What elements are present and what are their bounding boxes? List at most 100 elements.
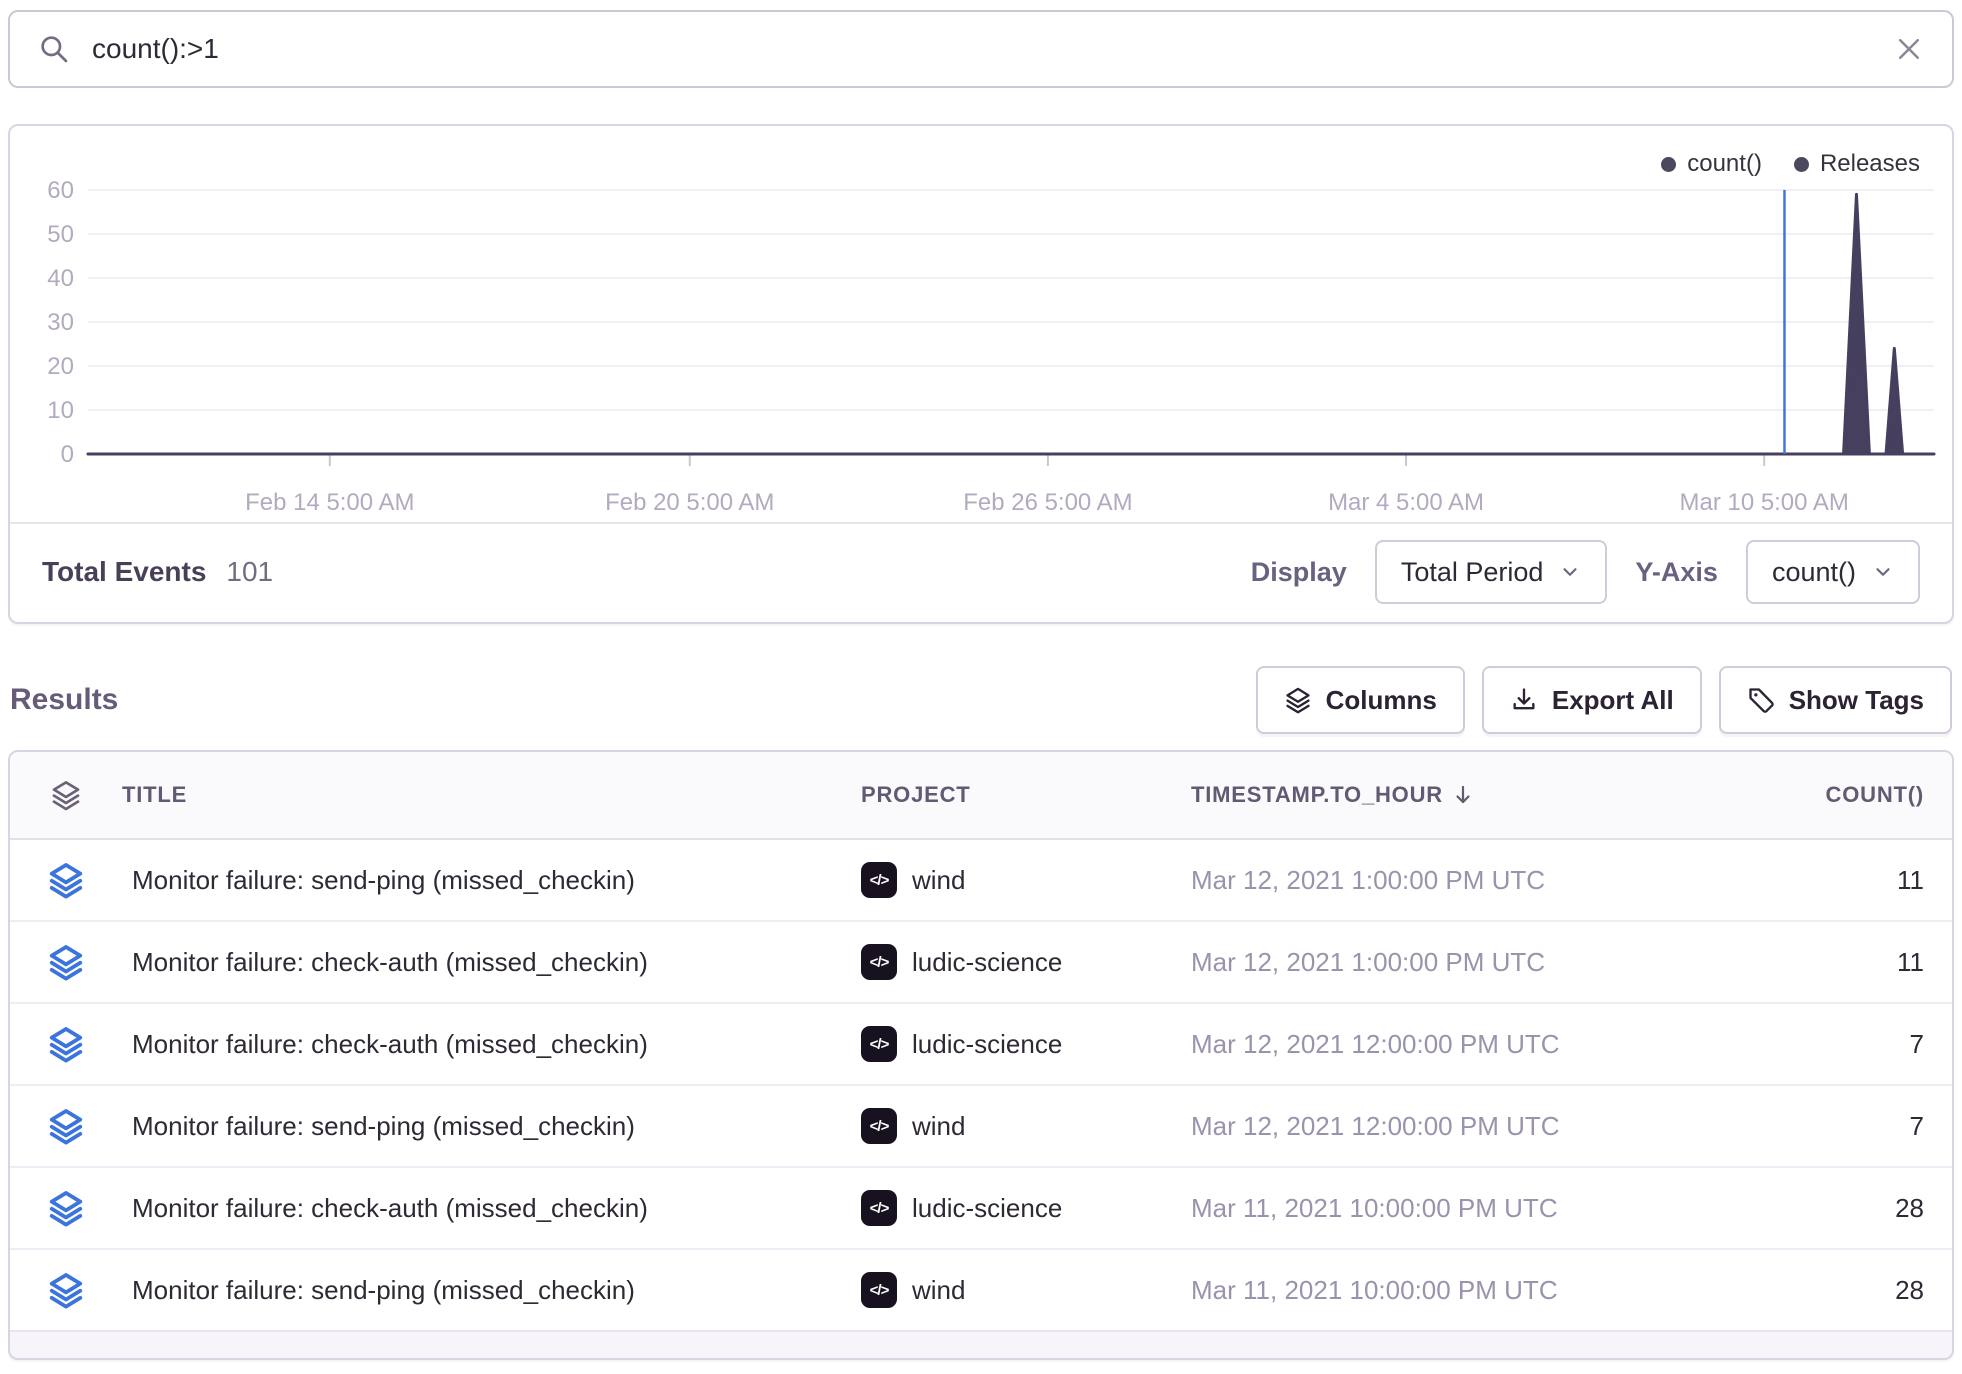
discover-page: count() Releases 0102030405060Feb 14 5:0…	[0, 0, 1962, 1360]
svg-text:Feb 26 5:00 AM: Feb 26 5:00 AM	[963, 489, 1132, 516]
tag-icon	[1747, 686, 1775, 714]
events-area-chart[interactable]: 0102030405060Feb 14 5:00 AMFeb 20 5:00 A…	[10, 126, 1952, 522]
event-title[interactable]: Monitor failure: send-ping (missed_check…	[122, 865, 861, 896]
project-platform-icon: </>	[861, 1190, 897, 1226]
event-count: 7	[1746, 1029, 1952, 1060]
project-name[interactable]: ludic-science	[912, 947, 1062, 978]
project-cell: </> ludic-science	[861, 944, 1191, 980]
project-platform-icon: </>	[861, 862, 897, 898]
event-stack-icon[interactable]	[10, 1025, 122, 1063]
chart-footer: Total Events 101 Display Total Period Y-…	[10, 522, 1952, 620]
display-label: Display	[1251, 557, 1347, 588]
chart-legend: count() Releases	[1661, 150, 1920, 178]
svg-text:20: 20	[47, 353, 74, 380]
total-events-value: 101	[226, 556, 273, 588]
stack-column-icon[interactable]	[10, 779, 122, 811]
event-title[interactable]: Monitor failure: send-ping (missed_check…	[122, 1111, 861, 1142]
svg-text:10: 10	[47, 397, 74, 424]
svg-text:40: 40	[47, 265, 74, 292]
project-cell: </> wind	[861, 862, 1191, 898]
search-bar	[8, 10, 1954, 88]
legend-item-count[interactable]: count()	[1661, 150, 1762, 178]
event-count: 11	[1746, 865, 1952, 896]
event-title[interactable]: Monitor failure: check-auth (missed_chec…	[122, 947, 861, 978]
clear-search-icon[interactable]	[1894, 34, 1924, 64]
table-row[interactable]: Monitor failure: check-auth (missed_chec…	[10, 1004, 1952, 1086]
legend-label-releases: Releases	[1820, 150, 1920, 178]
chart-controls: Display Total Period Y-Axis count()	[1251, 540, 1920, 604]
legend-dot-count	[1661, 157, 1676, 172]
yaxis-dropdown[interactable]: count()	[1746, 540, 1920, 604]
results-title: Results	[10, 683, 118, 717]
results-header: Results Columns Export All	[10, 664, 1952, 736]
show-tags-button[interactable]: Show Tags	[1719, 666, 1952, 734]
search-input[interactable]	[90, 32, 1874, 66]
project-name[interactable]: wind	[912, 1111, 965, 1142]
event-stack-icon[interactable]	[10, 1271, 122, 1309]
legend-item-releases[interactable]: Releases	[1794, 150, 1920, 178]
total-events-label: Total Events	[42, 556, 206, 588]
event-title[interactable]: Monitor failure: send-ping (missed_check…	[122, 1275, 861, 1306]
event-title[interactable]: Monitor failure: check-auth (missed_chec…	[122, 1193, 861, 1224]
project-cell: </> wind	[861, 1272, 1191, 1308]
event-stack-icon[interactable]	[10, 1189, 122, 1227]
yaxis-dropdown-value: count()	[1772, 557, 1856, 588]
event-timestamp: Mar 12, 2021 12:00:00 PM UTC	[1191, 1029, 1746, 1060]
project-name[interactable]: ludic-science	[912, 1193, 1062, 1224]
project-platform-icon: </>	[861, 1108, 897, 1144]
svg-text:60: 60	[47, 177, 74, 204]
table-row[interactable]: Monitor failure: send-ping (missed_check…	[10, 840, 1952, 922]
project-name[interactable]: wind	[912, 1275, 965, 1306]
project-name[interactable]: wind	[912, 865, 965, 896]
project-cell: </> wind	[861, 1108, 1191, 1144]
svg-text:30: 30	[47, 309, 74, 336]
legend-label-count: count()	[1687, 150, 1762, 178]
project-cell: </> ludic-science	[861, 1190, 1191, 1226]
column-header-timestamp-label: TIMESTAMP.TO_HOUR	[1191, 782, 1443, 808]
svg-text:Feb 20 5:00 AM: Feb 20 5:00 AM	[605, 489, 774, 516]
column-header-timestamp[interactable]: TIMESTAMP.TO_HOUR	[1191, 782, 1746, 808]
display-dropdown[interactable]: Total Period	[1375, 540, 1608, 604]
export-all-button-label: Export All	[1552, 685, 1674, 716]
svg-text:Feb 14 5:00 AM: Feb 14 5:00 AM	[245, 489, 414, 516]
event-stack-icon[interactable]	[10, 1107, 122, 1145]
project-platform-icon: </>	[861, 944, 897, 980]
column-header-count[interactable]: COUNT()	[1746, 782, 1952, 808]
svg-text:Mar 10 5:00 AM: Mar 10 5:00 AM	[1680, 489, 1849, 516]
column-header-project[interactable]: PROJECT	[861, 782, 1191, 808]
columns-button[interactable]: Columns	[1256, 666, 1465, 734]
event-timestamp: Mar 12, 2021 1:00:00 PM UTC	[1191, 865, 1746, 896]
event-title[interactable]: Monitor failure: check-auth (missed_chec…	[122, 1029, 861, 1060]
project-cell: </> ludic-science	[861, 1026, 1191, 1062]
svg-text:Mar 4 5:00 AM: Mar 4 5:00 AM	[1328, 489, 1484, 516]
results-table: TITLE PROJECT TIMESTAMP.TO_HOUR COUNT() …	[8, 750, 1954, 1360]
legend-dot-releases	[1794, 157, 1809, 172]
download-icon	[1510, 686, 1538, 714]
project-name[interactable]: ludic-science	[912, 1029, 1062, 1060]
stack-icon	[1284, 686, 1312, 714]
event-stack-icon[interactable]	[10, 943, 122, 981]
export-all-button[interactable]: Export All	[1482, 666, 1702, 734]
table-row[interactable]: Monitor failure: check-auth (missed_chec…	[10, 922, 1952, 1004]
column-header-title[interactable]: TITLE	[122, 782, 861, 808]
table-footer	[10, 1332, 1952, 1358]
columns-button-label: Columns	[1326, 685, 1437, 716]
event-count: 11	[1746, 947, 1952, 978]
events-chart-panel: count() Releases 0102030405060Feb 14 5:0…	[8, 124, 1954, 624]
table-row[interactable]: Monitor failure: send-ping (missed_check…	[10, 1086, 1952, 1168]
event-timestamp: Mar 12, 2021 12:00:00 PM UTC	[1191, 1111, 1746, 1142]
table-row[interactable]: Monitor failure: check-auth (missed_chec…	[10, 1168, 1952, 1250]
svg-text:50: 50	[47, 221, 74, 248]
event-timestamp: Mar 11, 2021 10:00:00 PM UTC	[1191, 1193, 1746, 1224]
table-row[interactable]: Monitor failure: send-ping (missed_check…	[10, 1250, 1952, 1332]
show-tags-button-label: Show Tags	[1789, 685, 1924, 716]
event-timestamp: Mar 11, 2021 10:00:00 PM UTC	[1191, 1275, 1746, 1306]
project-platform-icon: </>	[861, 1272, 897, 1308]
display-dropdown-value: Total Period	[1401, 557, 1544, 588]
chevron-down-icon	[1559, 561, 1581, 583]
event-stack-icon[interactable]	[10, 861, 122, 899]
search-icon	[38, 33, 70, 65]
results-actions: Columns Export All Show Tags	[1256, 666, 1952, 734]
table-body: Monitor failure: send-ping (missed_check…	[10, 840, 1952, 1332]
event-count: 28	[1746, 1193, 1952, 1224]
